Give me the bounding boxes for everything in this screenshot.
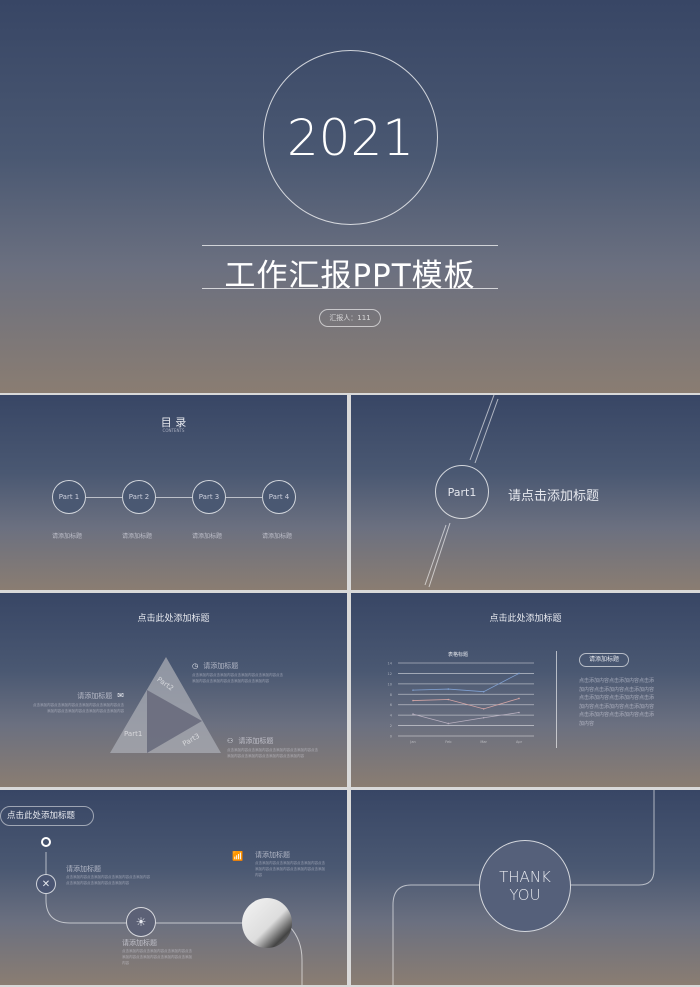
reporter-badge: 汇报人：111 xyxy=(319,309,381,327)
item-2: 请添加标题 点击添加内容点击添加内容点击添加内容点击添加内容点击添加内容点击添加… xyxy=(122,939,192,965)
series-line xyxy=(412,712,520,724)
year-circle: 2021 xyxy=(263,50,438,225)
y-tick-label: 2 xyxy=(390,724,392,728)
y-tick-label: 6 xyxy=(390,703,392,707)
item-3: 请添加标题 点击添加内容点击添加内容点击添加内容点击添加内容点击添加内容点击添加… xyxy=(255,851,325,877)
data-point xyxy=(482,716,485,719)
y-tick-label: 12 xyxy=(388,672,392,676)
x-tick-label: Mar xyxy=(480,740,487,744)
slide-triangle[interactable]: 点击此处添加标题 Part1 Part2 Part3 请添加标题 ✉ 点击添加内… xyxy=(0,593,347,787)
location-pin-icon xyxy=(42,838,50,846)
x-tick-label: Jan xyxy=(409,740,415,744)
y-tick-label: 10 xyxy=(388,682,392,686)
connector-line xyxy=(86,497,262,498)
part-caption: 请添加标题 xyxy=(122,533,153,540)
triangle-label-1: Part1 xyxy=(124,730,143,738)
contents-subtitle: CONTENTS xyxy=(162,428,185,433)
bar-chart-icon: 📶 xyxy=(232,852,244,862)
clock-icon: ◷ xyxy=(192,662,199,670)
x-tick-label: Apr xyxy=(516,740,523,744)
x-tick-label: Feb xyxy=(445,740,452,744)
part-4[interactable]: Part 4 xyxy=(262,480,296,514)
part-circle: Part1 xyxy=(435,465,489,519)
data-point xyxy=(447,688,450,690)
part-caption: 请添加标题 xyxy=(52,533,83,540)
part-1[interactable]: Part 1 xyxy=(52,480,86,514)
tools-icon: ✕ xyxy=(36,874,56,894)
part-caption: 请添加标题 xyxy=(262,533,293,540)
data-point xyxy=(447,722,450,725)
data-point xyxy=(518,697,520,700)
section-title: 请点击添加标题 xyxy=(508,489,600,504)
divider-bottom xyxy=(202,288,498,289)
data-point xyxy=(447,698,450,701)
series-line xyxy=(412,673,520,693)
slide-contents[interactable]: 目 录 CONTENTS Part 1 Part 2 Part 3 Part 4… xyxy=(0,395,347,590)
people-icon: ⚇ xyxy=(227,737,234,745)
keyboard-photo xyxy=(242,898,292,948)
part-caption: 请添加标题 xyxy=(192,533,223,540)
item-bottom-right: ⚇ 请添加标题 点击添加内容点击添加内容点击添加内容点击添加内容点击添加内容点击… xyxy=(227,737,318,758)
thanks-circle: THANK YOU xyxy=(479,840,571,932)
data-point xyxy=(518,711,520,714)
y-tick-label: 0 xyxy=(390,735,392,739)
data-point xyxy=(412,713,414,715)
y-tick-label: 14 xyxy=(388,662,393,666)
part-3[interactable]: Part 3 xyxy=(192,480,226,514)
line-chart: 0 2 4 6 8 10 12 14 Jan Feb Mar Apr xyxy=(388,662,534,744)
lightbulb-icon: ☀ xyxy=(126,907,156,937)
mail-icon: ✉ xyxy=(117,691,124,700)
chart-divider xyxy=(556,651,557,748)
data-point xyxy=(412,699,414,702)
slide-cover[interactable]: 2021 工作汇报PPT模板 汇报人：111 xyxy=(0,0,700,393)
data-point xyxy=(412,689,414,691)
side-heading-badge: 请添加标题 xyxy=(579,653,629,667)
slide-section[interactable]: Part1 请点击添加标题 xyxy=(351,395,700,590)
item-left: 请添加标题 ✉ 点击添加内容点击添加内容点击添加内容点击添加内容点击添加内容点击… xyxy=(33,691,124,713)
year: 2021 xyxy=(286,108,415,167)
divider-top xyxy=(202,245,498,246)
slide-timeline[interactable]: 点击此处添加标题 ✕ ☀ 请添加标题 点击添加内容点击添加内容点击添加内容点击添… xyxy=(0,790,347,985)
data-point xyxy=(482,690,485,693)
series-line xyxy=(412,698,520,710)
side-text: 点击添加内容点击添加内容点击添加内容点击添加内容点击添加内容点击添加内容点击添加… xyxy=(579,678,655,727)
slide-chart[interactable]: 点击此处添加标题 表格标题 0 2 4 6 8 10 12 14 Jan Feb Mar Apr 请添… xyxy=(351,593,700,787)
data-point xyxy=(482,708,485,710)
slide-thanks[interactable]: THANK YOU xyxy=(351,790,700,985)
item-1: 请添加标题 点击添加内容点击添加内容点击添加内容点击添加内容点击添加内容点击添加… xyxy=(66,865,150,885)
y-tick-label: 4 xyxy=(390,714,393,718)
data-point xyxy=(518,672,520,675)
item-top-right: ◷ 请添加标题 点击添加内容点击添加内容点击添加内容点击添加内容点击添加内容点击… xyxy=(192,662,283,683)
part-2[interactable]: Part 2 xyxy=(122,480,156,514)
y-tick-label: 8 xyxy=(390,693,392,697)
